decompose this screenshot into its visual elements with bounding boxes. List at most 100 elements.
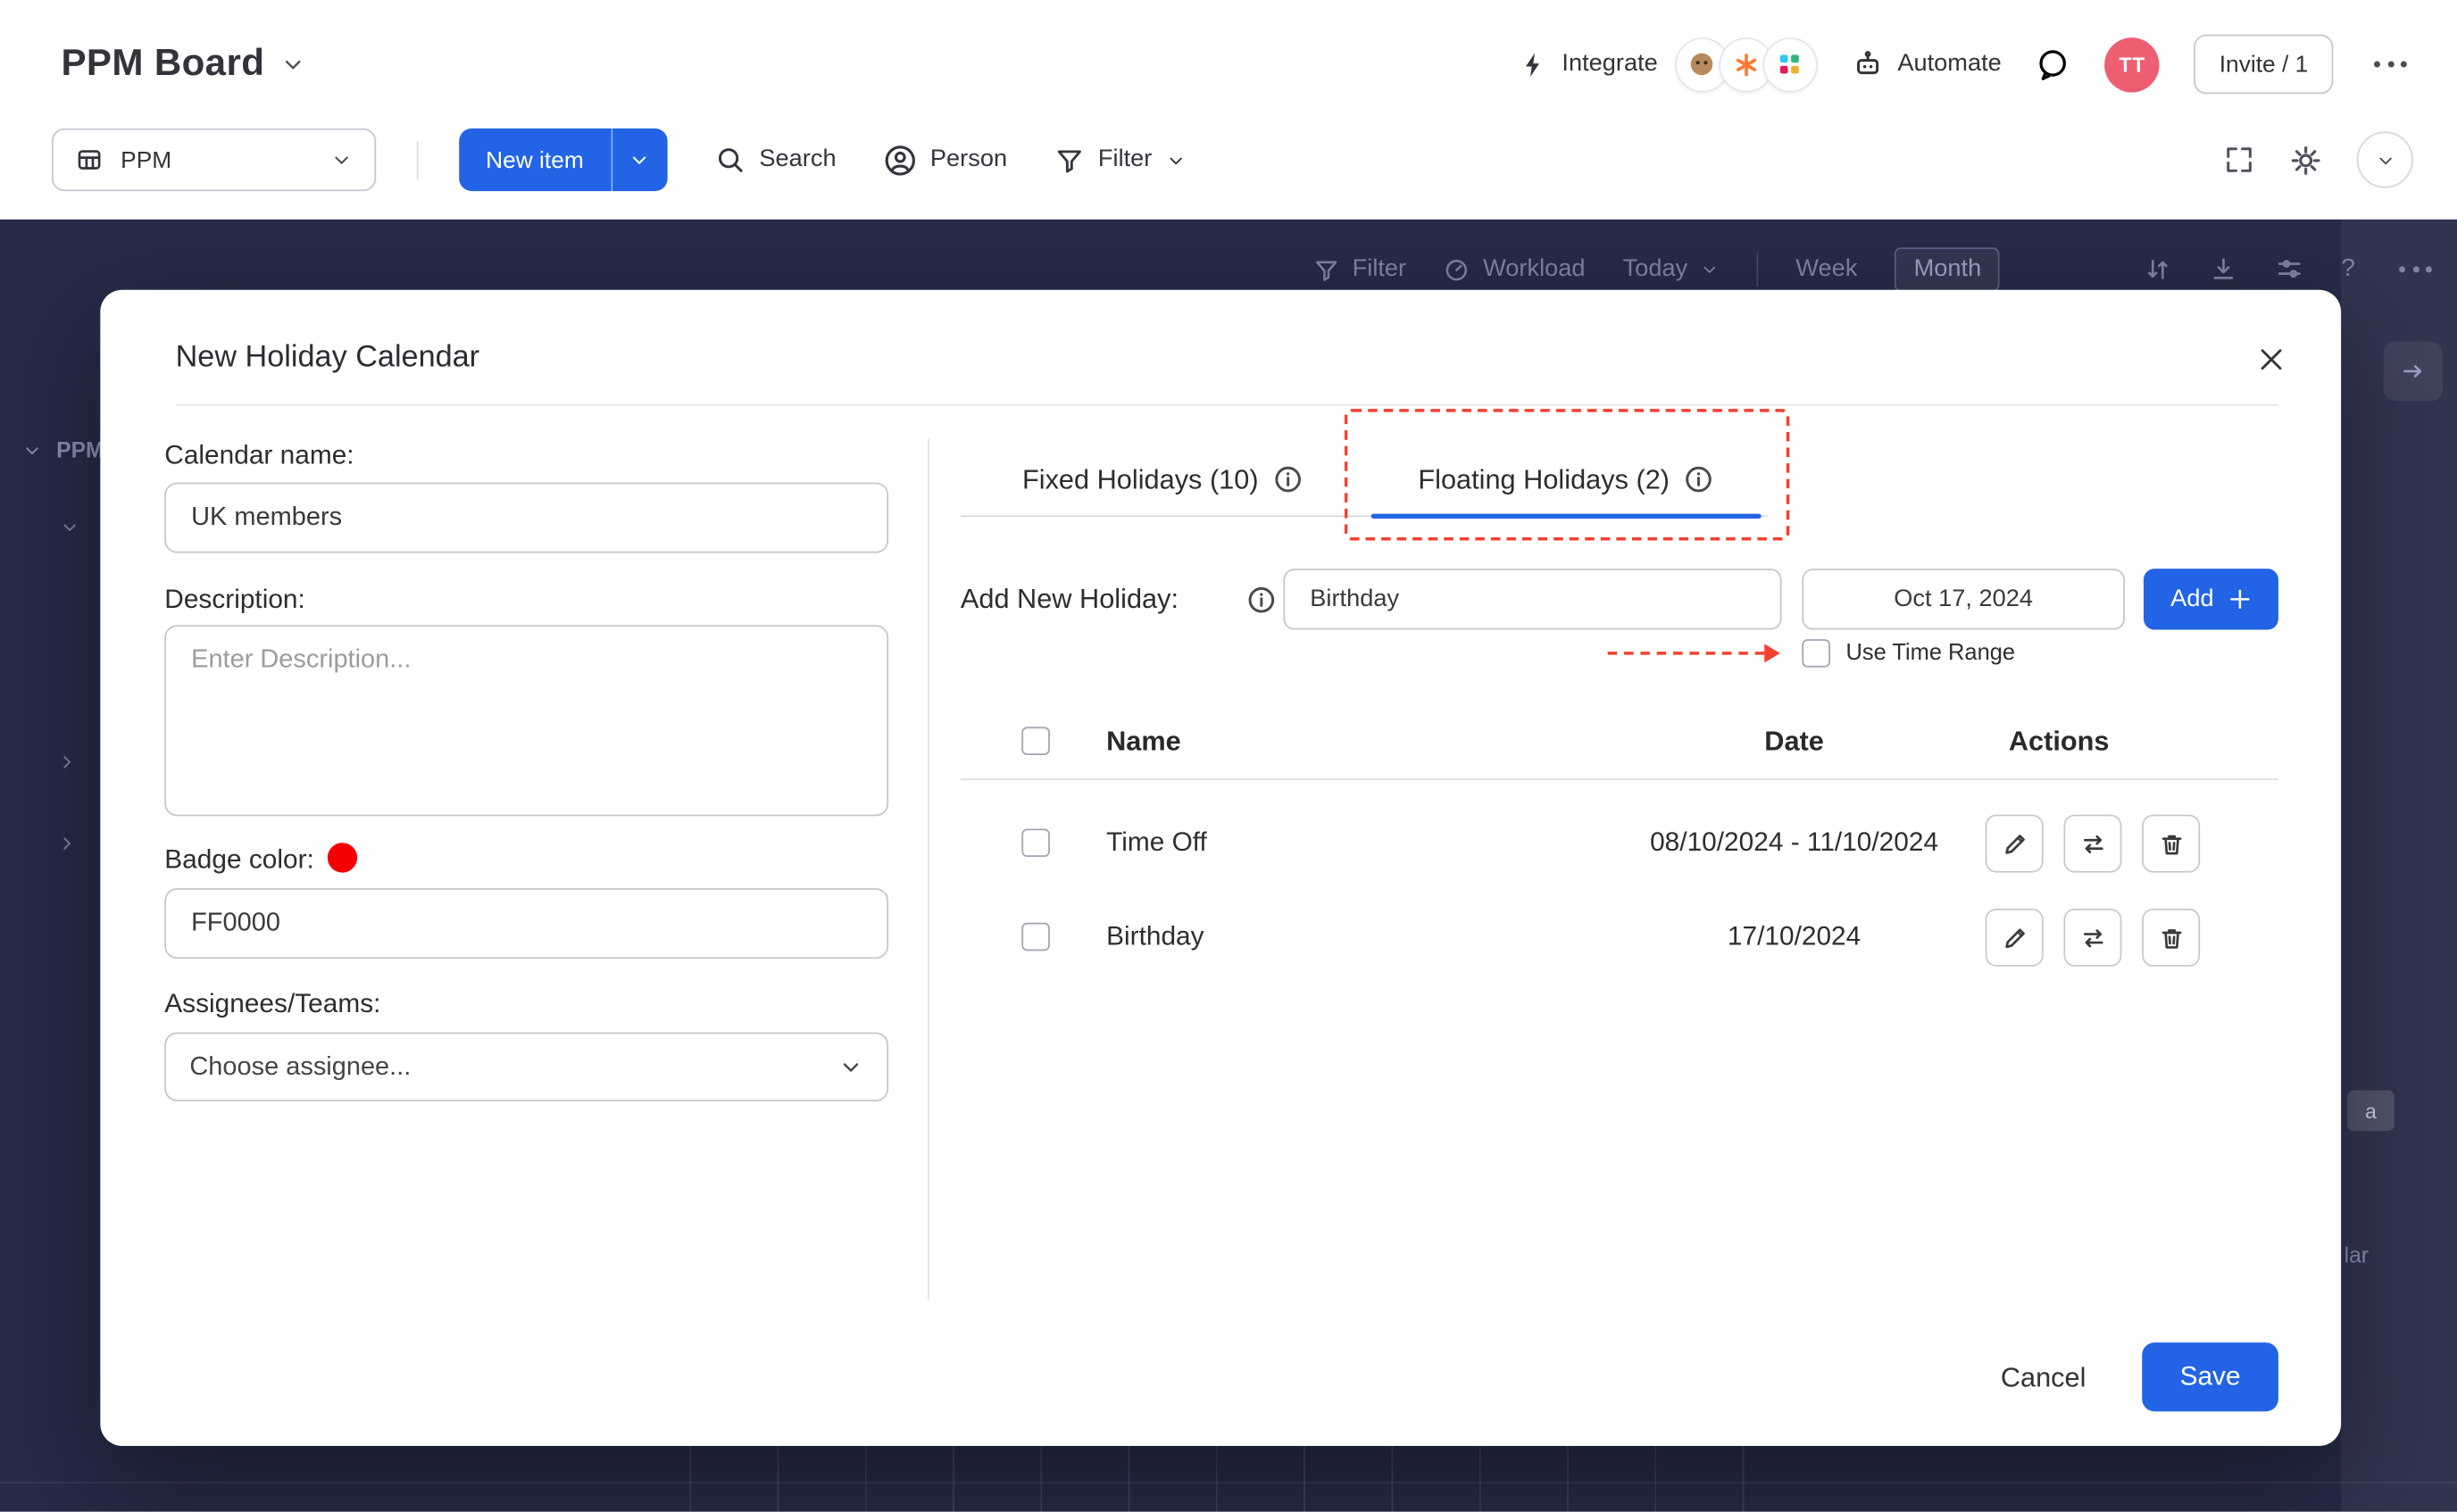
assignees-label: Assignees/Teams: [164,988,380,1019]
fullscreen-icon[interactable] [2223,144,2254,175]
collapse-header-button[interactable] [2357,131,2413,187]
background-group-chevron-icon [22,440,43,461]
save-button[interactable]: Save [2142,1342,2278,1411]
info-icon[interactable] [1247,586,1276,614]
gauge-icon [1444,256,1470,283]
row-checkbox[interactable] [1021,828,1050,857]
more-options-icon[interactable] [2368,54,2413,73]
new-holiday-calendar-modal: New Holiday Calendar Calendar name: Desc… [100,290,2341,1446]
background-today: Today [1623,255,1720,284]
background-scroll-right-icon [2384,342,2444,402]
filter-button[interactable]: Filter [1054,145,1187,174]
background-row-chevron-icon [56,834,77,854]
cancel-button[interactable]: Cancel [1949,1342,2137,1411]
swap-arrows-icon [2078,829,2107,858]
select-all-checkbox[interactable] [1021,727,1050,755]
app-root: PPM Board Integrate [0,0,2457,1512]
chat-bubble-icon[interactable] [2036,47,2070,82]
modal-title-divider [176,404,2278,406]
background-month: Month [1895,247,2001,291]
description-label: Description: [164,585,305,616]
chevron-down-icon [1700,260,1719,278]
slack-app-icon[interactable] [1762,37,1817,91]
automate-button[interactable]: Automate [1852,48,2001,79]
table-header-divider [961,778,2278,780]
integrate-label: Integrate [1562,50,1657,79]
person-filter-button[interactable]: Person [883,144,1007,177]
settings-gear-icon[interactable] [2289,144,2322,177]
header-row: PPM Board Integrate [61,25,2412,104]
pencil-icon [2000,829,2028,858]
edit-button[interactable] [1986,815,2044,873]
new-item-button[interactable]: New item [459,129,610,191]
holiday-row-date: 17/10/2024 [1575,921,2013,952]
search-button[interactable]: Search [713,144,836,175]
add-holiday-button[interactable]: Add [2144,569,2278,629]
search-icon [713,144,745,175]
filter-chevron-icon [1166,150,1187,170]
info-icon[interactable] [1686,465,1714,494]
delete-button[interactable] [2142,909,2200,967]
close-icon[interactable] [2250,338,2291,379]
swap-button[interactable] [2063,815,2121,873]
board-title: PPM Board [61,42,264,86]
actions-column-header: Actions [1984,726,2134,759]
use-time-range-checkbox[interactable] [1802,639,1830,668]
info-icon[interactable] [1274,465,1303,494]
trash-icon [2157,924,2186,952]
integrate-button[interactable]: Integrate [1518,37,1818,91]
board-grid-icon [75,145,104,174]
description-textarea[interactable] [164,625,888,816]
person-icon [883,144,916,177]
use-time-range-label: Use Time Range [1846,641,2016,666]
view-label: PPM [121,146,171,173]
view-selector[interactable]: PPM [52,129,376,191]
help-icon: ? [2341,255,2355,284]
sort-icon [2144,255,2172,284]
trash-icon [2157,829,2186,858]
row-checkbox[interactable] [1021,923,1050,951]
background-group-label: PPM [56,437,104,462]
badge-color-input[interactable] [164,888,888,959]
background-right-band [2341,220,2457,1512]
edit-button[interactable] [1986,909,2044,967]
holiday-row-name: Birthday [1106,921,1204,952]
plus-icon [2228,587,2251,611]
integrate-icon [1518,49,1547,79]
invite-button[interactable]: Invite / 1 [2195,35,2334,95]
tab-floating-holidays[interactable]: Floating Holidays (2) [1364,444,1768,516]
modal-column-divider [928,438,929,1300]
holiday-name-input[interactable] [1283,569,1781,629]
board-title-chevron-icon[interactable] [280,52,305,77]
calendar-name-input[interactable] [164,483,888,553]
modal-title: New Holiday Calendar [176,340,480,376]
holiday-date-input[interactable] [1802,569,2125,629]
swap-button[interactable] [2063,909,2121,967]
select-chevron-icon [838,1054,863,1079]
top-bar: PPM Board Integrate [0,0,2457,220]
header-actions: Integrate Autom [1518,35,2413,95]
background-fragment: a [2347,1091,2395,1132]
holiday-row-date: 08/10/2024 - 11/10/2024 [1575,827,2013,859]
background-grid-line [0,1482,2457,1483]
background-fragment: lar [2345,1242,2369,1267]
calendar-name-label: Calendar name: [164,440,354,471]
search-label: Search [759,145,836,174]
background-row-chevron-icon [60,517,80,537]
delete-button[interactable] [2142,815,2200,873]
assignee-select[interactable]: Choose assignee... [164,1033,888,1101]
toolbar-divider [417,140,419,179]
badge-color-swatch[interactable] [329,843,358,872]
add-new-holiday-label: Add New Holiday: [961,583,1179,616]
assignee-placeholder: Choose assignee... [189,1052,411,1082]
user-avatar[interactable]: TT [2105,37,2160,91]
new-item-dropdown-button[interactable] [611,129,667,191]
name-column-header: Name [1106,726,1181,759]
tab-fixed-holidays[interactable]: Fixed Holidays (10) [961,444,1364,516]
pencil-icon [2000,924,2028,952]
dimmed-board-background: Filter Workload Today Week Month ? PPM [0,220,2457,1512]
background-more-icon [2393,260,2438,278]
automate-label: Automate [1897,50,2001,79]
filter-funnel-icon [1054,145,1084,174]
person-label: Person [930,145,1007,174]
